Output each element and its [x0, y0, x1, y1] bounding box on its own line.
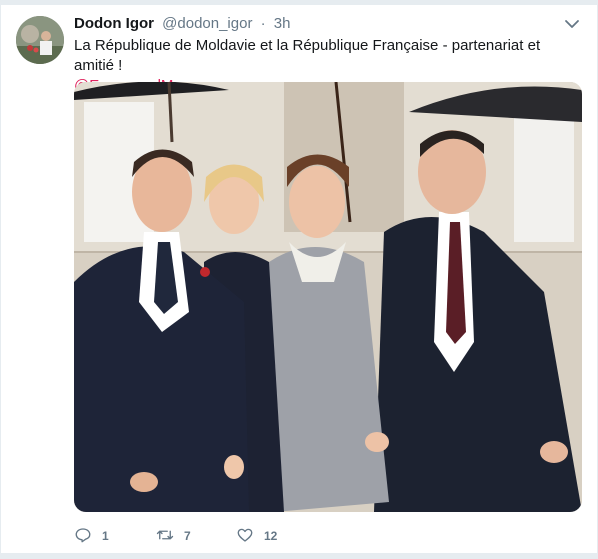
- reply-count: 1: [102, 529, 109, 543]
- timeline-bottom-border: [0, 553, 598, 559]
- avatar-photo: [16, 16, 64, 64]
- tweet-body: La République de Moldavie et la Républiq…: [74, 37, 541, 74]
- heart-icon: [236, 526, 254, 547]
- retweet-count: 7: [184, 529, 191, 543]
- tweet-header: Dodon Igor @dodon_igor · 3h: [74, 14, 578, 34]
- author-name[interactable]: Dodon Igor: [74, 15, 154, 32]
- photo-image: [74, 82, 582, 512]
- like-button[interactable]: 12: [236, 525, 277, 547]
- author-handle[interactable]: @dodon_igor: [162, 15, 252, 32]
- separator-dot: ·: [260, 15, 266, 32]
- reply-button[interactable]: 1: [74, 525, 109, 547]
- tweet-photo[interactable]: [74, 82, 582, 512]
- tweet-timestamp[interactable]: 3h: [274, 15, 291, 32]
- retweet-button[interactable]: 7: [156, 525, 191, 547]
- like-count: 12: [264, 529, 278, 543]
- retweet-icon: [156, 526, 174, 547]
- tweet-card[interactable]: Dodon Igor @dodon_igor · 3h La Républiqu…: [0, 5, 598, 553]
- avatar[interactable]: [16, 16, 64, 64]
- chevron-down-icon[interactable]: [564, 17, 580, 31]
- reply-icon: [74, 526, 92, 547]
